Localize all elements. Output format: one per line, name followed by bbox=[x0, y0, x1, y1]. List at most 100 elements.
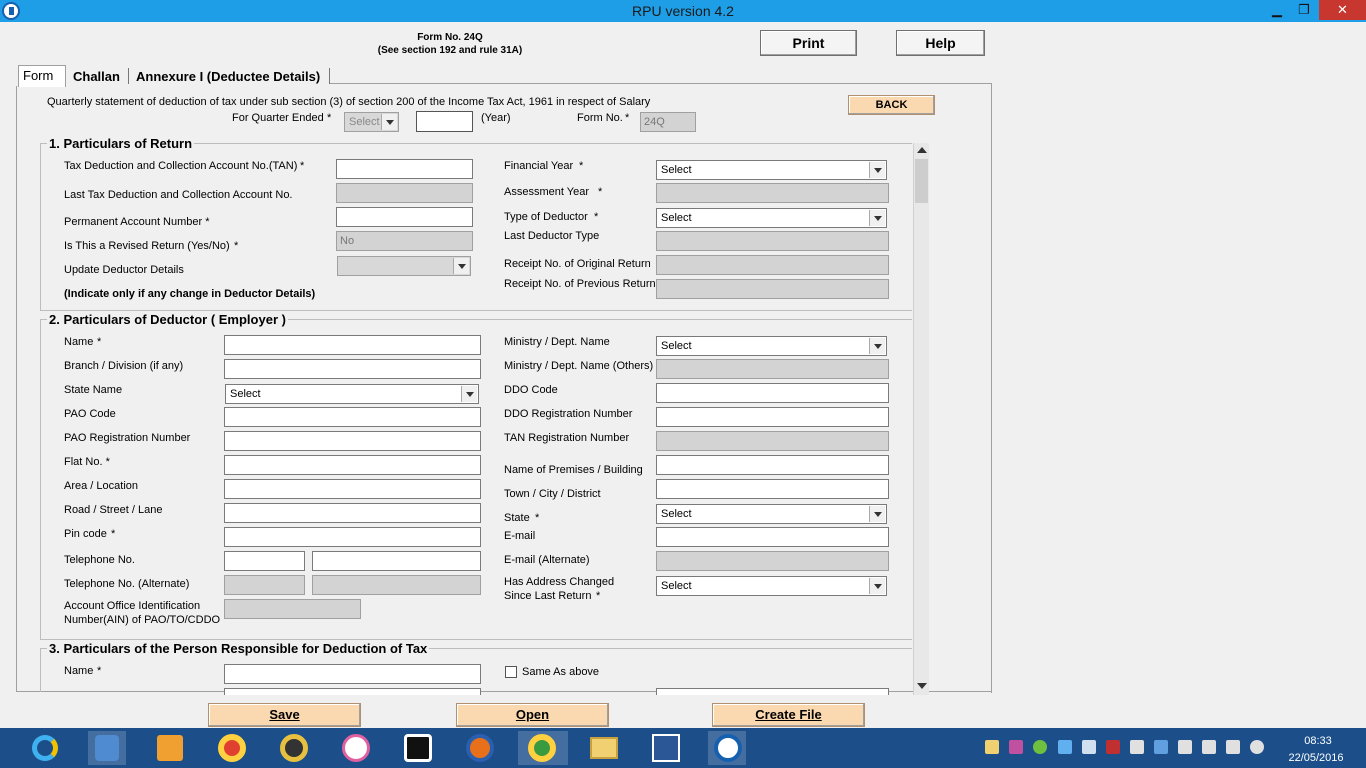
email-alt-label: E-mail (Alternate) bbox=[504, 554, 590, 566]
responsible-name-input[interactable] bbox=[224, 664, 481, 684]
tan-input[interactable] bbox=[336, 159, 473, 179]
required-star: * bbox=[234, 240, 239, 252]
tray-folder-icon[interactable] bbox=[985, 740, 999, 754]
chrome-user-icon[interactable] bbox=[518, 731, 568, 765]
email-alt-field bbox=[656, 551, 889, 571]
tab-challan[interactable]: Challan bbox=[69, 67, 124, 87]
email-input[interactable] bbox=[656, 527, 889, 547]
ddo-reg-input[interactable] bbox=[656, 407, 889, 427]
required-star: * bbox=[327, 112, 332, 124]
tray-window-icon[interactable] bbox=[1130, 740, 1144, 754]
save-button[interactable]: Save bbox=[208, 703, 361, 727]
tray-signal-icon[interactable] bbox=[1226, 740, 1240, 754]
tray-sync-icon[interactable] bbox=[1082, 740, 1096, 754]
pao-reg-input[interactable] bbox=[224, 431, 481, 451]
branch-input[interactable] bbox=[224, 359, 481, 379]
tab-form[interactable]: Form bbox=[18, 65, 66, 87]
word-icon[interactable] bbox=[646, 731, 684, 765]
tray-flag-icon[interactable] bbox=[1178, 740, 1192, 754]
ddo-code-input[interactable] bbox=[656, 383, 889, 403]
town-label: Town / City / District bbox=[504, 488, 601, 500]
update-deductor-select bbox=[337, 256, 471, 276]
ministry-others-field bbox=[656, 359, 889, 379]
deductor-type-value: Select bbox=[661, 212, 692, 224]
tan-reg-field bbox=[656, 431, 889, 451]
tray-battery-icon[interactable] bbox=[1202, 740, 1216, 754]
state-name-select[interactable]: Select bbox=[225, 384, 479, 404]
tan-reg-label: TAN Registration Number bbox=[504, 432, 630, 444]
print-button[interactable]: Print bbox=[760, 30, 857, 56]
rpu-app-icon[interactable] bbox=[708, 731, 746, 765]
year-suffix: (Year) bbox=[481, 112, 511, 124]
internet-explorer-icon[interactable] bbox=[26, 731, 64, 765]
telephone-number-input[interactable] bbox=[312, 551, 481, 571]
pao-code-input[interactable] bbox=[224, 407, 481, 427]
pin-input[interactable] bbox=[224, 527, 481, 547]
financial-year-select[interactable]: Select bbox=[656, 160, 887, 180]
telephone-alt-std-field bbox=[224, 575, 305, 595]
clock-date[interactable]: 22/05/2016 bbox=[1280, 752, 1352, 764]
required-star: * bbox=[111, 528, 116, 540]
area-input[interactable] bbox=[224, 479, 481, 499]
deductor-name-input[interactable] bbox=[224, 335, 481, 355]
back-button[interactable]: BACK bbox=[848, 95, 935, 115]
flat-input[interactable] bbox=[224, 455, 481, 475]
right-field-partial[interactable] bbox=[656, 688, 889, 695]
ain-label-line1: Account Office Identification bbox=[64, 600, 201, 612]
addr-changed-select[interactable]: Select bbox=[656, 576, 887, 596]
year-input[interactable] bbox=[416, 111, 473, 132]
ministry-others-label: Ministry / Dept. Name (Others) bbox=[504, 360, 654, 372]
tray-q-icon[interactable] bbox=[1106, 740, 1120, 754]
chrome-icon[interactable] bbox=[212, 731, 250, 765]
tray-plus-icon[interactable] bbox=[1033, 740, 1047, 754]
create-file-button[interactable]: Create File bbox=[712, 703, 865, 727]
outlook-icon[interactable] bbox=[150, 731, 188, 765]
ministry-select[interactable]: Select bbox=[656, 336, 887, 356]
whatsapp-icon[interactable] bbox=[398, 731, 436, 765]
last-tan-input bbox=[336, 183, 473, 203]
scroll-thumb[interactable] bbox=[915, 159, 928, 203]
tray-snowflake-icon[interactable] bbox=[1058, 740, 1072, 754]
state-name-value: Select bbox=[230, 388, 261, 400]
scroll-up-icon[interactable] bbox=[917, 147, 927, 153]
same-as-above-checkbox[interactable] bbox=[505, 666, 517, 678]
scroll-down-icon[interactable] bbox=[917, 683, 927, 689]
tray-download-icon[interactable] bbox=[1154, 740, 1168, 754]
receipt-original-field bbox=[656, 255, 889, 275]
chevron-down-icon bbox=[381, 114, 397, 130]
tray-chat-icon[interactable] bbox=[1009, 740, 1023, 754]
window-title: RPU version 4.2 bbox=[632, 3, 734, 19]
premises-input[interactable] bbox=[656, 455, 889, 475]
vertical-scrollbar[interactable] bbox=[913, 143, 929, 695]
section1-frame-left bbox=[40, 143, 41, 310]
town-input[interactable] bbox=[656, 479, 889, 499]
restore-button[interactable]: ❐ bbox=[1291, 0, 1317, 20]
state-select[interactable]: Select bbox=[656, 504, 887, 524]
quarter-select[interactable]: Select bbox=[344, 112, 399, 132]
file-explorer-icon[interactable] bbox=[584, 731, 622, 765]
close-button[interactable]: ✕ bbox=[1319, 0, 1366, 20]
tab-annexure[interactable]: Annexure I (Deductee Details) bbox=[132, 67, 324, 87]
itunes-icon[interactable] bbox=[336, 731, 374, 765]
open-button[interactable]: Open bbox=[456, 703, 609, 727]
addr-changed-label-line1: Has Address Changed bbox=[504, 576, 615, 588]
daemon-tools-icon[interactable] bbox=[274, 731, 312, 765]
road-input[interactable] bbox=[224, 503, 481, 523]
update-deductor-label: Update Deductor Details bbox=[64, 264, 184, 276]
media-center-icon[interactable] bbox=[88, 731, 126, 765]
designation-input-partial[interactable] bbox=[224, 688, 481, 695]
firefox-icon[interactable] bbox=[460, 731, 498, 765]
telephone-std-input[interactable] bbox=[224, 551, 305, 571]
section1-frame-bottom bbox=[40, 310, 912, 311]
pan-input[interactable] bbox=[336, 207, 473, 227]
deductor-type-select[interactable]: Select bbox=[656, 208, 887, 228]
ministry-value: Select bbox=[661, 340, 692, 352]
clock-time[interactable]: 08:33 bbox=[1290, 735, 1346, 747]
chevron-down-icon bbox=[869, 210, 885, 226]
minimize-button[interactable]: ▁ bbox=[1264, 0, 1290, 20]
area-label: Area / Location bbox=[64, 480, 138, 492]
help-button[interactable]: Help bbox=[896, 30, 985, 56]
chevron-down-icon bbox=[453, 258, 469, 274]
tray-volume-icon[interactable] bbox=[1250, 740, 1264, 754]
form-no-label: Form No. bbox=[577, 112, 623, 124]
